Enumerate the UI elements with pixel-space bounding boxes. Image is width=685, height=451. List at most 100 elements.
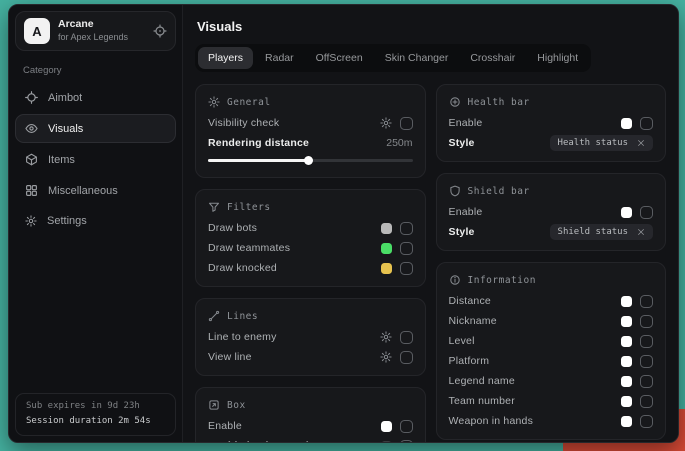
color-swatch[interactable]	[621, 316, 632, 327]
rendering-distance-value: 250m	[386, 137, 412, 149]
distance-label: Distance	[449, 295, 491, 307]
level-checkbox[interactable]	[640, 335, 653, 348]
legend-name-row: Legend name	[449, 371, 654, 391]
panel-title: Shield bar	[468, 186, 530, 197]
tab-highlight[interactable]: Highlight	[527, 47, 588, 69]
distance-row: Distance	[449, 291, 654, 311]
visibility-check-row: Visibility check	[208, 113, 413, 133]
color-swatch[interactable]	[381, 421, 392, 432]
clear-icon[interactable]	[637, 139, 645, 147]
color-swatch[interactable]	[621, 376, 632, 387]
row-controls: Shield status	[550, 224, 653, 240]
distance-checkbox[interactable]	[640, 295, 653, 308]
panel-filters: FiltersDraw botsDraw teammatesDraw knock…	[195, 189, 426, 287]
panel-title: General	[227, 97, 271, 108]
clear-icon[interactable]	[637, 228, 645, 236]
rendering-distance-slider[interactable]	[208, 155, 413, 165]
platform-row: Platform	[449, 351, 654, 371]
platform-checkbox[interactable]	[640, 355, 653, 368]
weapon-in-hands-row: Weapon in hands	[449, 411, 654, 431]
sidebar-item-label: Settings	[47, 215, 87, 227]
shield-bar-style-select[interactable]: Shield status	[550, 224, 653, 240]
panel-information: InformationDistanceNicknameLevelPlatform…	[436, 262, 667, 440]
panel-header-shield-bar: Shield bar	[449, 185, 654, 197]
sidebar-item-label: Miscellaneous	[48, 185, 118, 197]
health-bar-style-select[interactable]: Health status	[550, 135, 653, 151]
sidebar-item-aimbot[interactable]: Aimbot	[15, 83, 176, 112]
row-controls	[381, 440, 413, 443]
row-controls	[380, 117, 413, 130]
color-swatch[interactable]	[621, 207, 632, 218]
app-name: Arcane	[58, 19, 128, 31]
panel-columns: GeneralVisibility checkRendering distanc…	[195, 84, 666, 432]
color-swatch[interactable]	[621, 356, 632, 367]
view-line-checkbox[interactable]	[400, 351, 413, 364]
sidebar-item-visuals[interactable]: Visuals	[15, 114, 176, 143]
sidebar-item-settings[interactable]: Settings	[15, 207, 176, 235]
enable-background-row: Enable background	[208, 436, 413, 442]
color-swatch[interactable]	[381, 223, 392, 234]
tab-players[interactable]: Players	[198, 47, 253, 69]
enable-checkbox[interactable]	[640, 206, 653, 219]
row-controls: Health status	[550, 135, 653, 151]
select-value: Shield status	[558, 227, 628, 237]
row-controls	[381, 242, 413, 255]
nickname-row: Nickname	[449, 311, 654, 331]
panel-column-2: Health barEnableStyleHealth statusShield…	[436, 84, 667, 432]
tab-offscreen[interactable]: OffScreen	[306, 47, 373, 69]
tab-radar[interactable]: Radar	[255, 47, 304, 69]
row-controls	[621, 315, 653, 328]
color-swatch[interactable]	[621, 336, 632, 347]
color-swatch[interactable]	[381, 263, 392, 274]
color-swatch[interactable]	[381, 441, 392, 443]
tab-crosshair[interactable]: Crosshair	[460, 47, 525, 69]
weapon-in-hands-checkbox[interactable]	[640, 415, 653, 428]
sidebar-item-miscellaneous[interactable]: Miscellaneous	[15, 176, 176, 205]
line-to-enemy-checkbox[interactable]	[400, 331, 413, 344]
crosshair-icon	[25, 91, 38, 104]
app-logo: A	[24, 18, 50, 44]
app-titles: Arcane for Apex Legends	[58, 19, 128, 42]
panel-lines: LinesLine to enemyView line	[195, 298, 426, 376]
row-controls	[621, 295, 653, 308]
target-icon[interactable]	[153, 24, 167, 38]
draw-bots-row: Draw bots	[208, 218, 413, 238]
slider-fill	[208, 159, 308, 162]
color-swatch[interactable]	[621, 118, 632, 129]
sidebar-item-items[interactable]: Items	[15, 145, 176, 174]
gear-icon[interactable]	[380, 117, 392, 129]
enable-checkbox[interactable]	[400, 420, 413, 433]
view-line-row: View line	[208, 347, 413, 367]
draw-teammates-checkbox[interactable]	[400, 242, 413, 255]
draw-bots-checkbox[interactable]	[400, 222, 413, 235]
app-window: A Arcane for Apex Legends Category Aimbo…	[8, 4, 679, 443]
tab-bar: PlayersRadarOffScreenSkin ChangerCrossha…	[195, 44, 591, 72]
info-icon	[449, 274, 461, 286]
row-controls	[381, 222, 413, 235]
tab-skin-changer[interactable]: Skin Changer	[375, 47, 459, 69]
team-number-checkbox[interactable]	[640, 395, 653, 408]
visibility-check-label: Visibility check	[208, 117, 279, 129]
shield-icon	[449, 185, 461, 197]
sub-expires-text: Sub expires in 9d 23h	[26, 402, 165, 412]
slider-thumb[interactable]	[304, 156, 313, 165]
color-swatch[interactable]	[621, 416, 632, 427]
draw-knocked-label: Draw knocked	[208, 262, 277, 274]
enable-background-checkbox[interactable]	[400, 440, 413, 443]
visibility-check-checkbox[interactable]	[400, 117, 413, 130]
enable-label: Enable	[449, 206, 483, 218]
color-swatch[interactable]	[381, 243, 392, 254]
enable-checkbox[interactable]	[640, 117, 653, 130]
legend-name-checkbox[interactable]	[640, 375, 653, 388]
color-swatch[interactable]	[621, 396, 632, 407]
grid-icon	[25, 184, 38, 197]
draw-knocked-checkbox[interactable]	[400, 262, 413, 275]
row-controls	[621, 117, 653, 130]
panel-general: GeneralVisibility checkRendering distanc…	[195, 84, 426, 178]
gear-icon[interactable]	[380, 351, 392, 363]
color-swatch[interactable]	[621, 296, 632, 307]
nickname-checkbox[interactable]	[640, 315, 653, 328]
draw-bots-label: Draw bots	[208, 222, 257, 234]
panel-title: Filters	[227, 202, 271, 213]
gear-icon[interactable]	[380, 331, 392, 343]
